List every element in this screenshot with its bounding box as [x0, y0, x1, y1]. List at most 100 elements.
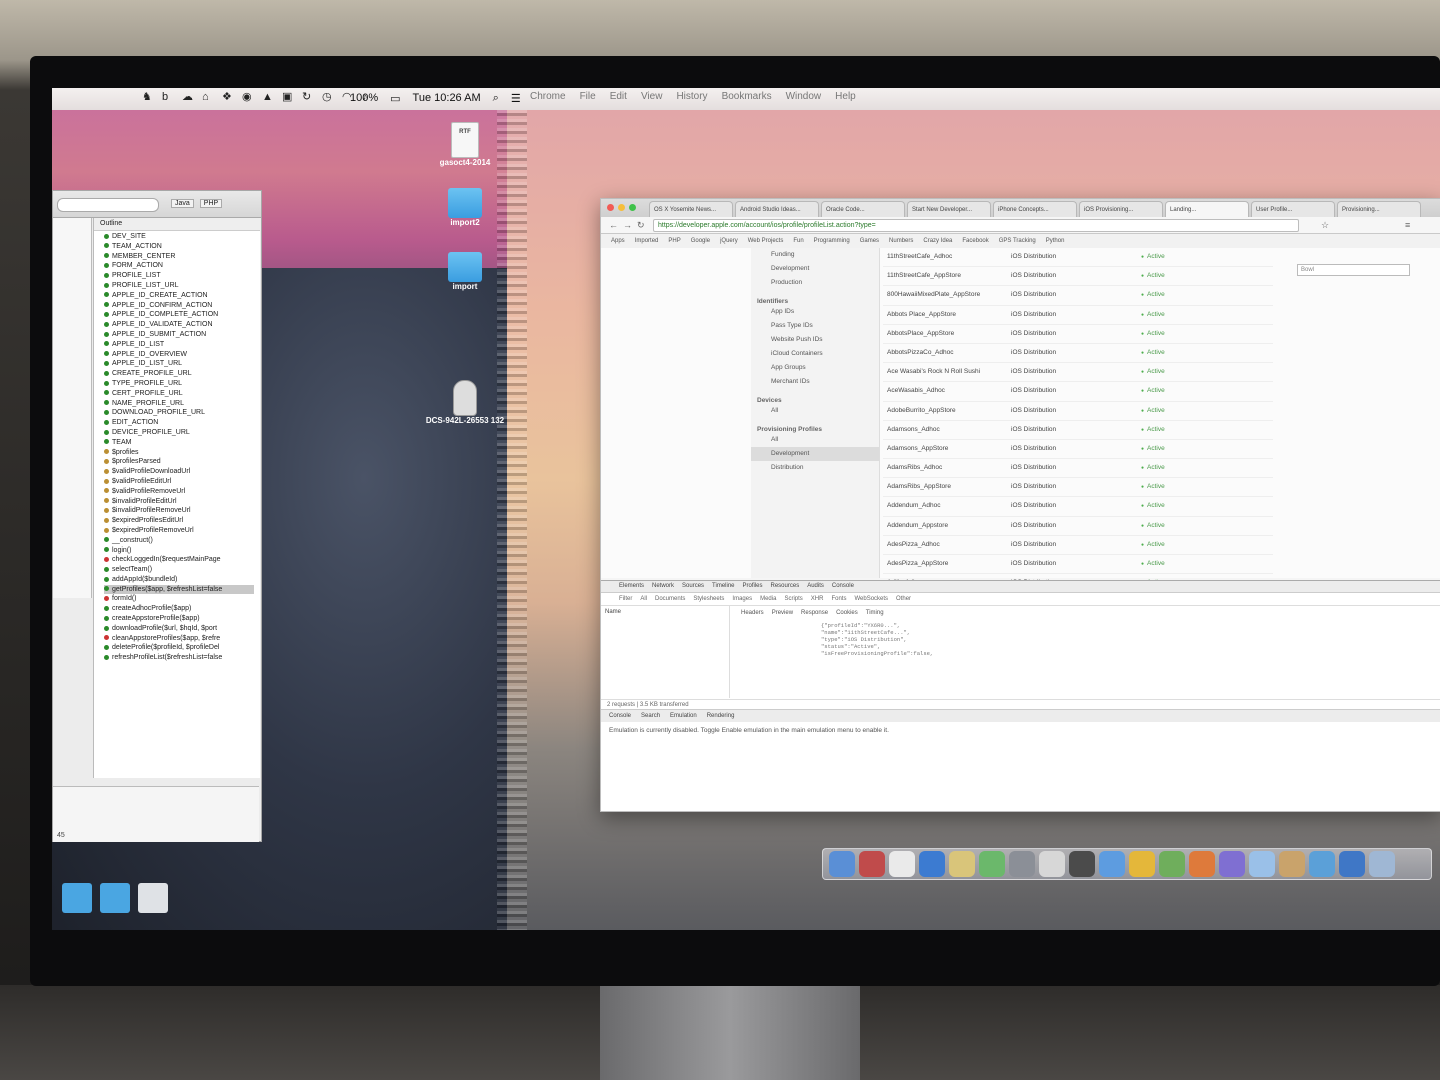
table-row[interactable]: Addendum_Appstore iOS Distribution Active [883, 517, 1273, 536]
outline-item[interactable]: $profiles [104, 448, 254, 458]
filter-button[interactable]: Media [760, 593, 776, 605]
sidebar-item[interactable]: All [751, 433, 879, 447]
profile-name[interactable]: AdamsRibs_Adhoc [887, 459, 942, 477]
downloads-icon[interactable] [1369, 851, 1395, 877]
outline-item[interactable]: CREATE_PROFILE_URL [104, 369, 254, 379]
detail-subtab[interactable]: Preview [772, 610, 793, 616]
table-row[interactable]: 800HawaiiMixedPlate_AppStore iOS Distribu… [883, 286, 1273, 306]
bookmark-item[interactable]: Web Projects [748, 234, 784, 248]
sidebar-item[interactable]: App Groups [751, 361, 879, 375]
table-row[interactable]: AbbotsPizzaCo_Adhoc iOS Distribution Activ… [883, 344, 1273, 364]
table-row[interactable]: 11thStreetCafe_AppStore iOS Distribution A… [883, 267, 1273, 287]
outline-item[interactable]: NAME_PROFILE_URL [104, 399, 254, 409]
filter-button[interactable]: Other [896, 593, 911, 605]
outline-item[interactable]: $expiredProfileRemoveUrl [104, 526, 254, 536]
address-input[interactable]: https://developer.apple.com/account/ios/… [653, 219, 1299, 232]
menu-icon[interactable]: ≡ [1405, 220, 1410, 230]
outline-item[interactable]: $invalidProfileEditUrl [104, 497, 254, 507]
bookmark-item[interactable]: Google [691, 234, 710, 248]
table-row[interactable]: 11thStreetCafe_Adhoc iOS Distribution Acti… [883, 248, 1273, 268]
sidebar-item[interactable]: Funding [751, 248, 879, 262]
menu-edit[interactable]: Edit [610, 91, 627, 102]
outline-item[interactable]: checkLoggedIn($requestMainPage [104, 555, 254, 565]
safari-icon[interactable] [1099, 851, 1125, 877]
outline-item[interactable]: FORM_ACTION [104, 261, 254, 271]
time-machine-icon[interactable]: ◷ [322, 92, 333, 103]
devtools-tab[interactable]: Elements [619, 581, 644, 592]
devtools-tab[interactable]: Audits [807, 581, 824, 592]
menu-help[interactable]: Help [835, 91, 856, 102]
profile-name[interactable]: AdamsRibs_AppStore [887, 478, 951, 496]
bookmark-item[interactable]: Imported [635, 234, 659, 248]
menu-file[interactable]: File [580, 91, 596, 102]
sidebar-item[interactable]: Development [751, 447, 879, 461]
sync-icon[interactable]: ↻ [302, 92, 313, 103]
outline-item[interactable]: APPLE_ID_LIST_URL [104, 359, 254, 369]
browser-tab[interactable]: iOS Provisioning... [1079, 201, 1163, 218]
desktop-folder-import[interactable]: import [420, 252, 510, 291]
drawer-tab[interactable]: Search [641, 710, 660, 722]
ide-quick-access-input[interactable] [57, 198, 159, 212]
folder-icon[interactable] [100, 883, 130, 913]
outline-item[interactable]: APPLE_ID_CONFIRM_ACTION [104, 301, 254, 311]
eye-icon[interactable]: ◉ [242, 92, 253, 103]
devtools-tab[interactable]: Profiles [743, 581, 763, 592]
profile-name[interactable]: AdobeBurrito_AppStore [887, 402, 956, 420]
menu-chrome[interactable]: Chrome [530, 91, 566, 102]
notification-center-icon[interactable]: ☰ [511, 92, 521, 105]
bookmark-item[interactable]: Games [860, 234, 879, 248]
profile-name[interactable]: Addendum_Appstore [887, 517, 948, 535]
contacts-icon[interactable] [889, 851, 915, 877]
sidebar-item[interactable]: All [751, 404, 879, 418]
profile-name[interactable]: AdesPizza_Adhoc [887, 536, 940, 554]
table-row[interactable]: AdobeBurrito_AppStore iOS Distribution Act… [883, 402, 1273, 421]
sidebar-item[interactable]: Website Push IDs [751, 333, 879, 347]
find-input[interactable]: Bowl [1297, 264, 1410, 276]
detail-subtab[interactable]: Timing [866, 610, 884, 616]
reload-icon[interactable]: ↻ [637, 220, 645, 231]
browser-tab[interactable]: OS X Yosemite News... [649, 201, 733, 218]
table-row[interactable]: AdamsRibs_Adhoc iOS Distribution Active [883, 459, 1273, 479]
filter-button[interactable]: Filter [619, 593, 632, 605]
b-icon[interactable]: b [162, 92, 173, 103]
outline-item[interactable]: TEAM_ACTION [104, 242, 254, 252]
menu-view[interactable]: View [641, 91, 663, 102]
outline-item[interactable]: PROFILE_LIST [104, 271, 254, 281]
browser-tab[interactable]: Android Studio Ideas... [735, 201, 819, 218]
maps-icon[interactable] [1159, 851, 1185, 877]
terminal-icon[interactable] [1069, 851, 1095, 877]
outline-item[interactable]: $expiredProfilesEditUrl [104, 516, 254, 526]
profile-name[interactable]: Abbots Place_AppStore [887, 306, 956, 324]
filter-button[interactable]: Images [732, 593, 752, 605]
sidebar-item[interactable]: iCloud Containers [751, 347, 879, 361]
outline-item[interactable]: $validProfileDownloadUrl [104, 467, 254, 477]
outline-item[interactable]: addAppId($bundleId) [104, 575, 254, 585]
outline-item[interactable]: refreshProfileList($refreshList=false [104, 653, 254, 663]
profile-name[interactable]: AdesPizza_AppStore [887, 555, 948, 573]
detail-subtab[interactable]: Headers [741, 610, 764, 616]
perspective-php[interactable]: PHP [199, 199, 223, 208]
close-icon[interactable] [607, 204, 614, 211]
menu-history[interactable]: History [676, 91, 707, 102]
outline-item[interactable]: deleteProfile($profileId, $profileDel [104, 643, 254, 653]
sidebar-item[interactable]: App IDs [751, 305, 879, 319]
chrome-icon[interactable] [1129, 851, 1155, 877]
detail-subtab[interactable]: Response [801, 610, 828, 616]
sidebar-item[interactable]: Development [751, 262, 879, 276]
bookmark-item[interactable]: PHP [668, 234, 680, 248]
menu-bookmarks[interactable]: Bookmarks [722, 91, 772, 102]
outline-item[interactable]: APPLE_ID_CREATE_ACTION [104, 291, 254, 301]
table-row[interactable]: AdesPizza_AppStore iOS Distribution Active [883, 555, 1273, 575]
filter-button[interactable]: WebSockets [854, 593, 888, 605]
trash-icon[interactable] [138, 883, 168, 913]
bookmark-item[interactable]: Apps [611, 234, 625, 248]
filter-button[interactable]: XHR [811, 593, 824, 605]
table-row[interactable]: AceWasabis_Adhoc iOS Distribution Active [883, 382, 1273, 402]
outline-item[interactable]: login() [104, 546, 254, 556]
bookmark-item[interactable]: Programming [814, 234, 850, 248]
outline-item[interactable]: getProfiles($app, $refreshList=false [104, 584, 254, 595]
profile-name[interactable]: 11thStreetCafe_Adhoc [887, 248, 952, 266]
browser-tab[interactable]: Start New Developer... [907, 201, 991, 218]
outline-item[interactable]: DOWNLOAD_PROFILE_URL [104, 408, 254, 418]
outline-item[interactable]: downloadProfile($url, $hqId, $port [104, 624, 254, 634]
